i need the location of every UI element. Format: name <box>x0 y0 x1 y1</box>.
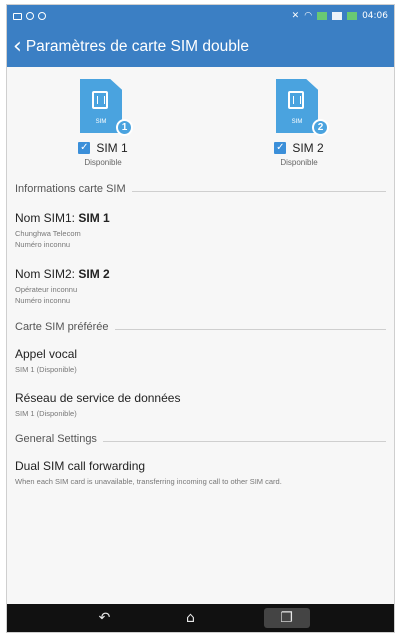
sim-card-label: SIM <box>95 119 107 125</box>
sim2-signal-icon <box>332 12 343 20</box>
sim-card-label: SIM <box>291 119 303 125</box>
status-bar: ✕ ◠ 04:06 <box>7 5 394 27</box>
section-sim-info: Informations carte SIM <box>15 183 386 195</box>
divider <box>102 440 386 442</box>
divider <box>114 328 386 330</box>
sim-card-icon: SIM 2 <box>276 79 329 136</box>
sim2-name: SIM 2 <box>292 141 324 155</box>
status-time: 04:06 <box>362 11 388 21</box>
section-title: General Settings <box>15 433 97 445</box>
mute-icon: ✕ <box>291 11 300 21</box>
sim1-name-value: SIM 1 <box>78 211 110 225</box>
section-title: Carte SIM préférée <box>15 321 109 333</box>
navigation-bar: ↶ ⌂ ❐ <box>7 604 394 632</box>
sim2-number: Numéro inconnu <box>15 296 71 305</box>
voice-call-title: Appel vocal <box>15 347 78 361</box>
sim2-status: Disponible <box>280 158 318 167</box>
phone-screen: ✕ ◠ 04:06 ‹ Paramètres de carte SIM doub… <box>6 4 395 633</box>
sim2-checkbox[interactable]: ✓ <box>274 142 287 154</box>
sim-card-icon: SIM 1 <box>80 79 133 136</box>
voice-call-setting[interactable]: Appel vocal SIM 1 (Disponible) <box>15 347 386 375</box>
notification-icon <box>13 12 22 20</box>
system-icons: ✕ ◠ 04:06 <box>292 11 388 21</box>
sim1-name-setting[interactable]: Nom SIM1: SIM 1 Chunghwa Telecom Numéro … <box>15 211 386 250</box>
back-icon[interactable]: ↶ <box>92 608 118 628</box>
sim2-operator: Opérateur inconnu <box>15 285 78 294</box>
back-arrow-icon[interactable]: ‹ <box>13 36 22 58</box>
notification-icon <box>26 12 34 20</box>
sim1-operator: Chunghwa Telecom <box>15 229 81 238</box>
sim-cards: SIM 1 ✓ SIM 1 Disponible SIM 2 ✓ SIM 2 D… <box>7 79 394 179</box>
sim-number-badge: 2 <box>312 119 329 136</box>
sim-chip-icon <box>92 91 108 109</box>
data-network-title: Réseau de service de données <box>15 391 181 405</box>
call-forwarding-description: When each SIM card is unavailable, trans… <box>15 477 282 486</box>
data-network-value: SIM 1 (Disponible) <box>15 409 77 418</box>
app-bar: ‹ Paramètres de carte SIM double <box>7 27 394 67</box>
sim1-signal-icon <box>317 12 328 20</box>
sim-card-1[interactable]: SIM 1 ✓ SIM 1 Disponible <box>43 79 163 167</box>
sim1-name-label: Nom SIM1: <box>15 211 79 225</box>
sim-number-badge: 1 <box>116 119 133 136</box>
notification-icon <box>38 12 46 20</box>
home-icon[interactable]: ⌂ <box>178 608 204 628</box>
section-general-settings: General Settings <box>15 433 386 445</box>
battery-icon <box>347 12 358 20</box>
sim1-status: Disponible <box>84 158 122 167</box>
sim1-checkbox[interactable]: ✓ <box>78 142 91 154</box>
sim2-name-setting[interactable]: Nom SIM2: SIM 2 Opérateur inconnu Numéro… <box>15 267 386 306</box>
sim2-name-value: SIM 2 <box>78 267 110 281</box>
voice-call-value: SIM 1 (Disponible) <box>15 365 77 374</box>
data-network-setting[interactable]: Réseau de service de données SIM 1 (Disp… <box>15 391 386 419</box>
notification-icons <box>13 12 46 20</box>
divider <box>131 190 386 192</box>
sim-card-2[interactable]: SIM 2 ✓ SIM 2 Disponible <box>239 79 359 167</box>
sim-chip-icon <box>288 91 304 109</box>
section-preferred-sim: Carte SIM préférée <box>15 321 386 333</box>
page-title: Paramètres de carte SIM double <box>25 38 249 55</box>
section-title: Informations carte SIM <box>15 183 126 195</box>
recent-apps-icon[interactable]: ❐ <box>263 608 310 628</box>
sim1-number: Numéro inconnu <box>15 240 71 249</box>
sim2-name-label: Nom SIM2: <box>15 267 79 281</box>
sim1-name: SIM 1 <box>96 141 128 155</box>
call-forwarding-setting[interactable]: Dual SIM call forwarding When each SIM c… <box>15 459 386 487</box>
wifi-icon: ◠ <box>304 11 313 21</box>
call-forwarding-title: Dual SIM call forwarding <box>15 459 146 473</box>
